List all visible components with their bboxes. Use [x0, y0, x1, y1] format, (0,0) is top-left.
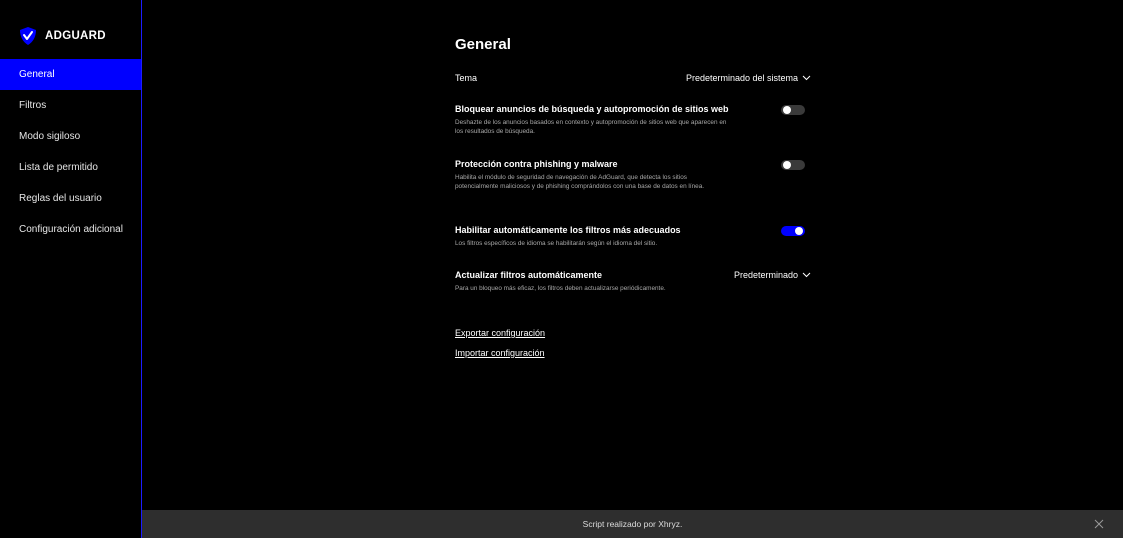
toggle-knob: [783, 106, 791, 114]
sidebar-item-lista-de-permitido[interactable]: Lista de permitido: [0, 152, 141, 183]
sidebar: ADGUARD General Filtros Modo sigiloso Li…: [0, 0, 142, 538]
sidebar-item-general[interactable]: General: [0, 59, 141, 90]
sidebar-item-modo-sigiloso[interactable]: Modo sigiloso: [0, 121, 141, 152]
update-filters-setting: Actualizar filtros automáticamente Para …: [455, 270, 815, 293]
chevron-down-icon: [802, 75, 811, 81]
chevron-down-icon: [802, 272, 811, 278]
phishing-setting: Protección contra phishing y malware Hab…: [455, 159, 815, 192]
search-ads-toggle[interactable]: [781, 105, 805, 115]
footer-bar: Script realizado por Xhryz.: [142, 510, 1123, 538]
sidebar-nav: General Filtros Modo sigiloso Lista de p…: [0, 59, 141, 245]
auto-filters-title: Habilitar automáticamente los filtros má…: [455, 225, 681, 235]
footer-text: Script realizado por Xhryz.: [582, 519, 683, 529]
sidebar-item-filtros[interactable]: Filtros: [0, 90, 141, 121]
search-ads-description: Deshazte de los anuncios basados en cont…: [455, 119, 727, 136]
phishing-toggle[interactable]: [781, 160, 805, 170]
theme-select-value: Predeterminado del sistema: [685, 73, 798, 83]
app-window: ADGUARD General Filtros Modo sigiloso Li…: [0, 0, 1123, 538]
auto-filters-setting: Habilitar automáticamente los filtros má…: [455, 225, 815, 248]
update-filters-description: Para un bloqueo más eficaz, los filtros …: [455, 285, 666, 292]
close-icon[interactable]: [1093, 518, 1105, 530]
search-ads-title: Bloquear anuncios de búsqueda y autoprom…: [455, 104, 729, 114]
import-settings-link[interactable]: Importar configuración: [455, 348, 545, 358]
app-name: ADGUARD: [45, 30, 106, 42]
update-filters-select-value: Predeterminado: [733, 270, 798, 280]
sidebar-item-configuracion-adicional[interactable]: Configuración adicional: [0, 214, 141, 245]
theme-select[interactable]: Predeterminado del sistema: [686, 73, 811, 83]
phishing-description: Habilita el módulo de seguridad de naveg…: [455, 174, 705, 191]
auto-filters-toggle[interactable]: [781, 226, 805, 236]
update-filters-select[interactable]: Predeterminado: [734, 270, 811, 280]
adguard-shield-icon: [20, 27, 36, 45]
toggle-knob: [783, 161, 791, 169]
export-settings-link[interactable]: Exportar configuración: [455, 328, 545, 338]
search-ads-setting: Bloquear anuncios de búsqueda y autoprom…: [455, 104, 815, 137]
logo: ADGUARD: [20, 27, 106, 45]
phishing-title: Protección contra phishing y malware: [455, 159, 618, 169]
sidebar-item-reglas-del-usuario[interactable]: Reglas del usuario: [0, 183, 141, 214]
auto-filters-description: Los filtros específicos de idioma se hab…: [455, 240, 658, 247]
theme-row: Tema Predeterminado del sistema: [455, 73, 815, 83]
toggle-knob: [795, 227, 803, 235]
page-title: General: [455, 36, 511, 53]
